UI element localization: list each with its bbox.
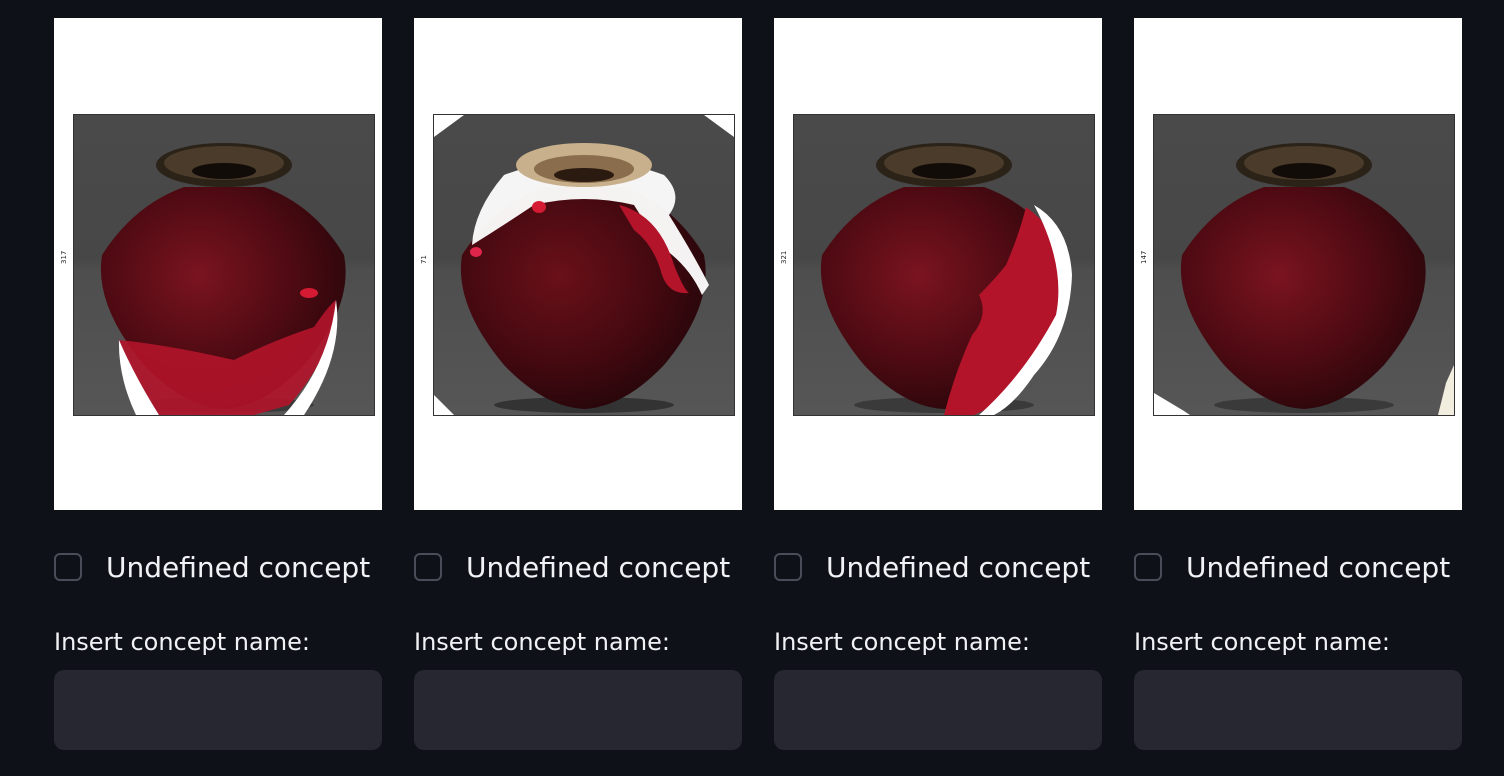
- concept-image: 321: [774, 18, 1102, 510]
- vase-plot: [433, 114, 735, 416]
- concept-card: 147 Undefined concept Insert concept nam…: [1134, 18, 1462, 750]
- concept-name-input[interactable]: [414, 670, 742, 750]
- concept-image: 317: [54, 18, 382, 510]
- undefined-concept-label: Undefined concept: [1186, 550, 1451, 584]
- undefined-concept-checkbox[interactable]: [54, 553, 82, 581]
- image-axis-label: 317: [60, 250, 68, 264]
- undefined-concept-toggle[interactable]: Undefined concept: [1134, 550, 1462, 584]
- image-axis-label: 147: [1140, 250, 1148, 264]
- concept-name-label: Insert concept name:: [54, 628, 310, 656]
- concept-name-input[interactable]: [774, 670, 1102, 750]
- concept-name-label: Insert concept name:: [1134, 628, 1390, 656]
- concept-name-input[interactable]: [54, 670, 382, 750]
- vase-plot: [73, 114, 375, 416]
- undefined-concept-checkbox[interactable]: [774, 553, 802, 581]
- undefined-concept-label: Undefined concept: [826, 550, 1091, 584]
- concept-card: 71 Undefined concept Insert concept name…: [414, 18, 742, 750]
- undefined-concept-toggle[interactable]: Undefined concept: [414, 550, 742, 584]
- concept-image: 71: [414, 18, 742, 510]
- vase-illustration: [100, 143, 346, 415]
- vase-plot: [1153, 114, 1455, 416]
- image-axis-label: 321: [780, 250, 788, 264]
- vase-illustration: [1154, 143, 1454, 415]
- undefined-concept-label: Undefined concept: [466, 550, 731, 584]
- vase-plot: [793, 114, 1095, 416]
- undefined-concept-label: Undefined concept: [106, 550, 371, 584]
- concept-card: 317 Undefined concept Insert concept nam…: [54, 18, 382, 750]
- undefined-concept-checkbox[interactable]: [414, 553, 442, 581]
- concept-grid: 317 Undefined concept Insert concept nam…: [54, 18, 1462, 750]
- concept-image: 147: [1134, 18, 1462, 510]
- vase-illustration: [820, 143, 1072, 415]
- vase-illustration: [434, 115, 734, 415]
- image-axis-label: 71: [420, 255, 428, 264]
- undefined-concept-toggle[interactable]: Undefined concept: [774, 550, 1102, 584]
- undefined-concept-checkbox[interactable]: [1134, 553, 1162, 581]
- concept-name-label: Insert concept name:: [774, 628, 1030, 656]
- concept-card: 321 Undefined concept Insert concept nam…: [774, 18, 1102, 750]
- concept-name-input[interactable]: [1134, 670, 1462, 750]
- undefined-concept-toggle[interactable]: Undefined concept: [54, 550, 382, 584]
- concept-name-label: Insert concept name:: [414, 628, 670, 656]
